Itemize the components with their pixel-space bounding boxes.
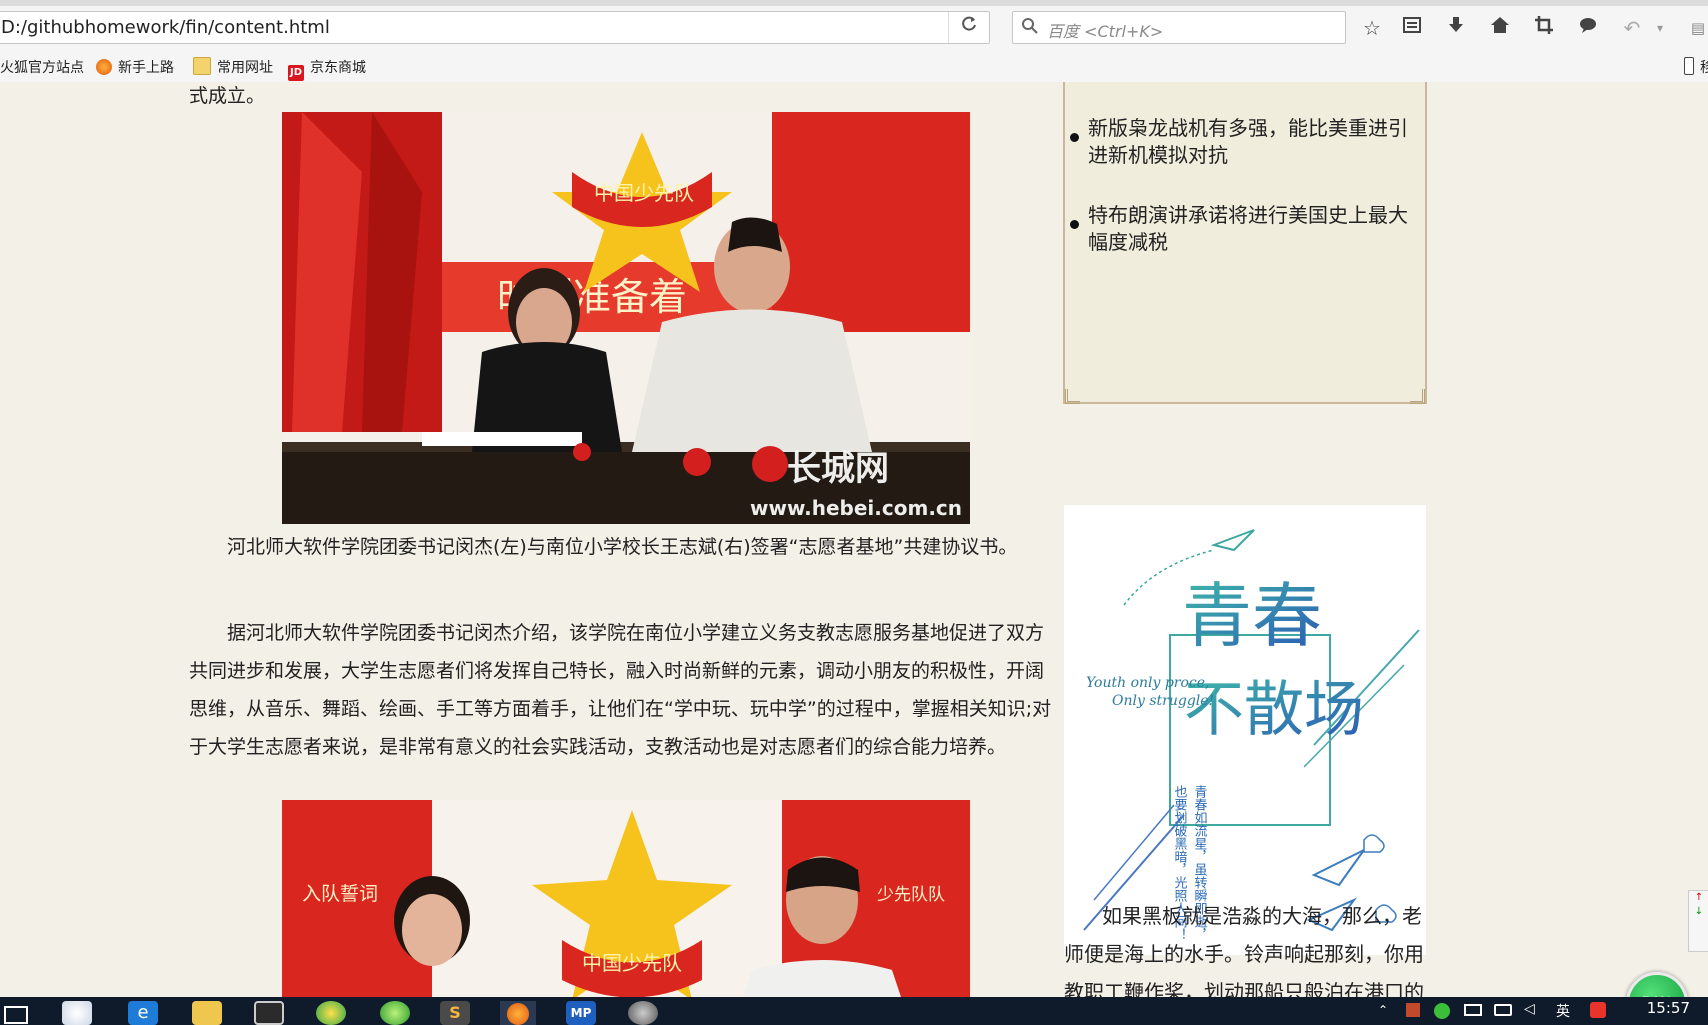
- network-speed-tab[interactable]: ↑ ↓: [1688, 890, 1708, 952]
- edge-browser-icon[interactable]: e: [128, 1001, 158, 1025]
- browser-360-icon[interactable]: [380, 1001, 410, 1025]
- download-icon[interactable]: [1442, 14, 1470, 42]
- file-explorer-icon[interactable]: [192, 1001, 222, 1025]
- undo-icon[interactable]: ↶: [1618, 14, 1646, 42]
- tray-plus-icon[interactable]: [1434, 1003, 1450, 1019]
- battery-widget[interactable]: 54%: [1626, 972, 1688, 997]
- firefox-icon: [507, 1003, 529, 1025]
- sublime-icon[interactable]: S: [440, 1001, 470, 1025]
- ime-indicator[interactable]: 英: [1556, 1001, 1570, 1021]
- photo2-star-text: 中国少先队: [582, 951, 682, 975]
- url-text[interactable]: D:/githubhomework/fin/content.html: [1, 17, 330, 38]
- mobile-bookmarks[interactable]: 移: [1684, 57, 1708, 77]
- poster-english-2: Only struggle!: [1112, 693, 1214, 709]
- phone-icon: [1684, 57, 1694, 75]
- sogou-input-icon[interactable]: [1590, 1002, 1606, 1018]
- youth-poster-image: 青春 不散场 Youth only proce, Only struggle! …: [1064, 505, 1426, 955]
- corner-ornament-icon: [1065, 389, 1080, 404]
- clock[interactable]: 15:57: [1647, 999, 1690, 1017]
- bookmark-folder[interactable]: 常用网址: [193, 57, 273, 77]
- address-bar[interactable]: D:/githubhomework/fin/content.html: [0, 11, 990, 44]
- battery-tray-icon[interactable]: [1464, 1004, 1482, 1016]
- watermark-logo: 长城网: [787, 449, 889, 489]
- poster-english-1: Youth only proce,: [1086, 675, 1210, 691]
- tray-chevron-icon[interactable]: ⌃: [1378, 1003, 1388, 1017]
- bullet-icon: [1070, 133, 1079, 142]
- bookmarks-toolbar: 火狐官方站点 新手上路 常用网址 JD 京东商城 移: [0, 52, 1708, 81]
- store-icon[interactable]: [254, 1001, 284, 1025]
- reload-icon[interactable]: [948, 12, 989, 43]
- tab-strip: [0, 0, 1708, 6]
- article-paragraph: 据河北师大软件学院团委书记闵杰介绍，该学院在南位小学建立义务支教志愿服务基地促进…: [189, 622, 1052, 758]
- screenshot-crop-icon[interactable]: [1530, 14, 1558, 42]
- folder-icon: [193, 57, 211, 75]
- poster-title-1: 青春: [1182, 575, 1322, 657]
- search-box[interactable]: 百度 <Ctrl+K>: [1012, 11, 1346, 44]
- home-icon[interactable]: [1486, 14, 1514, 42]
- firefox-task-active[interactable]: [500, 1001, 536, 1025]
- search-icon: [1021, 17, 1038, 39]
- taskbar: e S MP ⌃ ◁ 英 15:57: [0, 997, 1708, 1025]
- app-icon[interactable]: [62, 1001, 92, 1025]
- network-tray-icon[interactable]: [1494, 1004, 1512, 1016]
- volume-icon[interactable]: ◁: [1524, 1001, 1535, 1017]
- photo2-right-text: 少先队队: [877, 885, 945, 905]
- article-text-top: 式成立。: [189, 85, 266, 107]
- news-link[interactable]: 特布朗演讲承诺将进行美国史上最大幅度减税: [1088, 202, 1418, 256]
- app-icon[interactable]: [628, 1001, 658, 1025]
- mp-app-icon[interactable]: MP: [566, 1001, 596, 1025]
- bookmark-item[interactable]: 火狐官方站点: [0, 57, 84, 77]
- bullet-icon: [1070, 220, 1079, 229]
- photo2-left-text: 入队誓词: [302, 883, 378, 905]
- chat-bubble-icon[interactable]: [1574, 14, 1602, 42]
- sidebar-icon[interactable]: ▤: [1684, 14, 1708, 42]
- article-photo-signing: 时刻准备着 中国少先队 长城网 www.hebei.com.cn: [282, 112, 970, 524]
- bookmark-star-icon[interactable]: ☆: [1358, 14, 1386, 42]
- web-page: 式成立。 时刻准备着 中国少先队 长城网 www.hebei.com.cn 河北…: [0, 82, 1708, 997]
- firefox-icon: [96, 59, 112, 75]
- watermark-url: www.hebei.com.cn: [750, 496, 962, 520]
- essay-text: 如果黑板就是浩淼的大海，那么，老师便是海上的水手。铃声响起那刻，你用教职工鞭作桨…: [1064, 904, 1424, 997]
- news-link[interactable]: 新版枭龙战机有多强，能比美重进引进新机模拟对抗: [1088, 115, 1418, 169]
- star-text: 中国少先队: [594, 181, 694, 205]
- article-photo-group: 入队誓词 少先队队 中国少先队: [282, 800, 970, 997]
- reading-list-icon[interactable]: [1398, 14, 1426, 42]
- bookmark-item[interactable]: 新手上路: [96, 57, 174, 77]
- tray-app-icon[interactable]: [1406, 1003, 1420, 1017]
- poster-title-2: 不散场: [1184, 675, 1364, 745]
- photo-caption: 河北师大软件学院团委书记闵杰(左)与南位小学校长王志斌(右)签署“志愿者基地”共…: [227, 536, 1018, 558]
- app-icon[interactable]: [316, 1001, 346, 1025]
- corner-ornament-icon: [1410, 389, 1425, 404]
- task-view-icon[interactable]: [4, 1006, 28, 1024]
- chevron-down-icon[interactable]: ▾: [1652, 14, 1668, 42]
- bookmark-item[interactable]: JD 京东商城: [288, 57, 366, 81]
- jd-icon: JD: [288, 65, 304, 81]
- browser-toolbar: D:/githubhomework/fin/content.html 百度 <C…: [0, 0, 1708, 83]
- search-placeholder: 百度 <Ctrl+K>: [1047, 22, 1164, 41]
